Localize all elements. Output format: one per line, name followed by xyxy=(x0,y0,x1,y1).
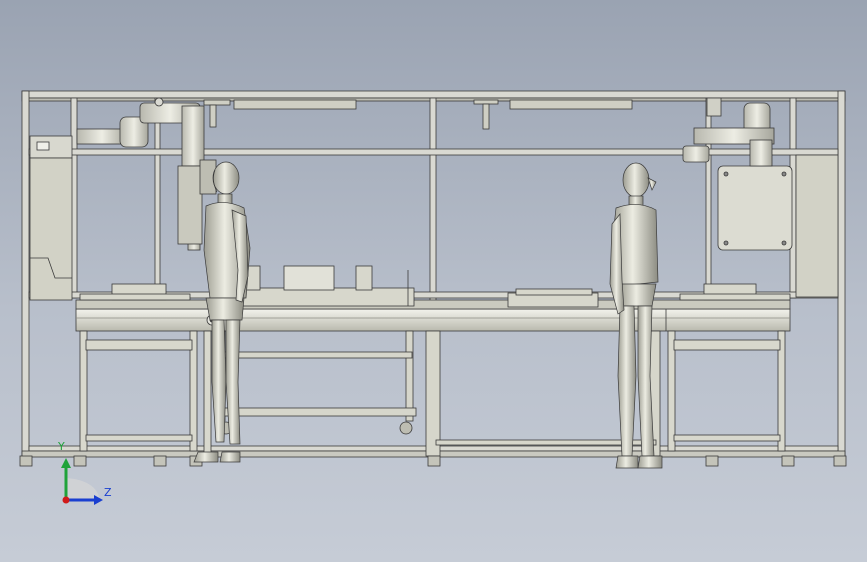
trolley-cart xyxy=(217,330,417,435)
left-lower-station xyxy=(79,330,212,457)
cad-viewport[interactable]: Y Z xyxy=(0,0,867,562)
triad-z-label: Z xyxy=(104,486,112,499)
main-conveyor-table xyxy=(75,299,791,332)
left-cabinet xyxy=(29,135,73,301)
triad-y-label: Y xyxy=(58,440,65,453)
right-cabinet xyxy=(717,154,839,298)
y-axis-arrowhead xyxy=(61,458,71,468)
right-lower-station xyxy=(667,330,786,452)
overhead-rails xyxy=(203,99,633,130)
right-robot-arm xyxy=(682,97,775,167)
left-duct-arm xyxy=(76,97,217,251)
assembly-side-view xyxy=(19,90,847,505)
triad-origin xyxy=(62,496,70,504)
leveling-feet xyxy=(19,455,847,467)
